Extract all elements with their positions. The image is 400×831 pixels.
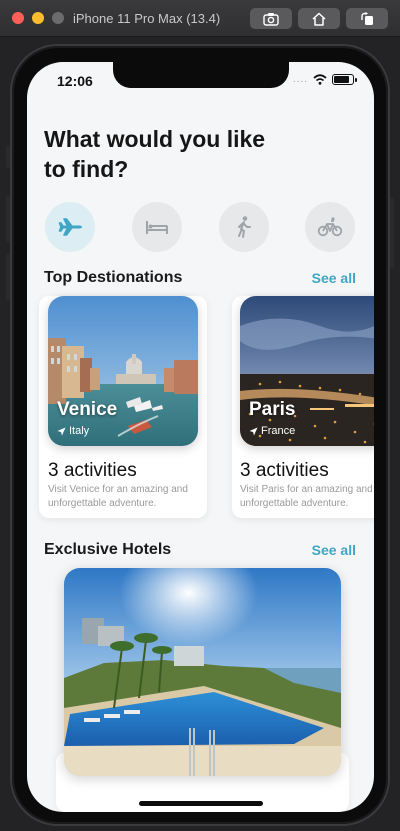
destination-country: Italy (57, 425, 89, 437)
hotels-title: Exclusive Hotels (44, 541, 172, 558)
destination-country-label: France (261, 425, 296, 437)
location-arrow-icon (57, 427, 66, 435)
destination-country-label: Italy (69, 425, 90, 437)
window-title: iPhone 11 Pro Max (13.4) (73, 11, 221, 26)
camera-icon (263, 12, 279, 26)
hotels-see-all-link[interactable]: See all (312, 542, 356, 558)
home-indicator (139, 801, 263, 806)
rotate-button[interactable] (346, 8, 388, 29)
volume-down-button (6, 254, 10, 300)
volume-up-button (6, 196, 10, 242)
destination-activities: 3 activities (240, 460, 329, 481)
destination-description-text: Visit Paris for an amazing and unforgett… (240, 484, 373, 509)
home-button[interactable] (298, 8, 340, 29)
status-icons: .... (292, 74, 357, 85)
hotel-image[interactable] (64, 568, 341, 776)
hotel-photo (64, 568, 341, 776)
location-arrow-icon (249, 427, 258, 435)
walking-icon (238, 216, 251, 238)
destinations-see-all-link[interactable]: See all (312, 270, 356, 286)
destination-description: Visit Paris for an amazing and unforgett… (240, 483, 374, 511)
close-window-button[interactable] (12, 12, 24, 24)
destination-country: France (249, 425, 295, 437)
category-walking[interactable] (219, 202, 269, 252)
page-title: What would you like to find? (44, 126, 266, 182)
app-screen: 12:06 .... What would you like to find? … (27, 62, 374, 812)
destinations-title: Top Destionations (44, 269, 183, 286)
category-flights[interactable] (45, 202, 95, 252)
signal-dots: .... (292, 74, 308, 85)
destination-city: Paris (249, 399, 296, 420)
screenshot-button[interactable] (250, 8, 292, 29)
silent-switch (6, 146, 10, 168)
side-power-button (390, 198, 394, 268)
minimize-window-button[interactable] (32, 12, 44, 24)
venice-image[interactable]: Venice Italy (48, 296, 198, 446)
home-icon (312, 12, 326, 26)
rotate-icon (361, 11, 373, 25)
venice-photo (48, 296, 198, 446)
zoom-window-button[interactable] (52, 12, 64, 24)
battery-icon (332, 74, 357, 85)
wifi-icon (313, 74, 327, 85)
notch (113, 62, 289, 88)
plane-icon (58, 218, 82, 236)
paris-photo (240, 296, 374, 446)
destination-activities: 3 activities (48, 460, 137, 481)
destination-description: Visit Venice for an amazing and unforget… (48, 484, 188, 509)
category-cycling[interactable] (305, 202, 355, 252)
status-time: 12:06 (57, 73, 93, 89)
category-hotels[interactable] (132, 202, 182, 252)
paris-image[interactable]: Paris France (240, 296, 374, 446)
bed-icon (146, 221, 168, 234)
destination-city: Venice (57, 399, 118, 420)
simulator-titlebar: iPhone 11 Pro Max (13.4) (0, 0, 400, 37)
bicycle-icon (317, 217, 343, 237)
